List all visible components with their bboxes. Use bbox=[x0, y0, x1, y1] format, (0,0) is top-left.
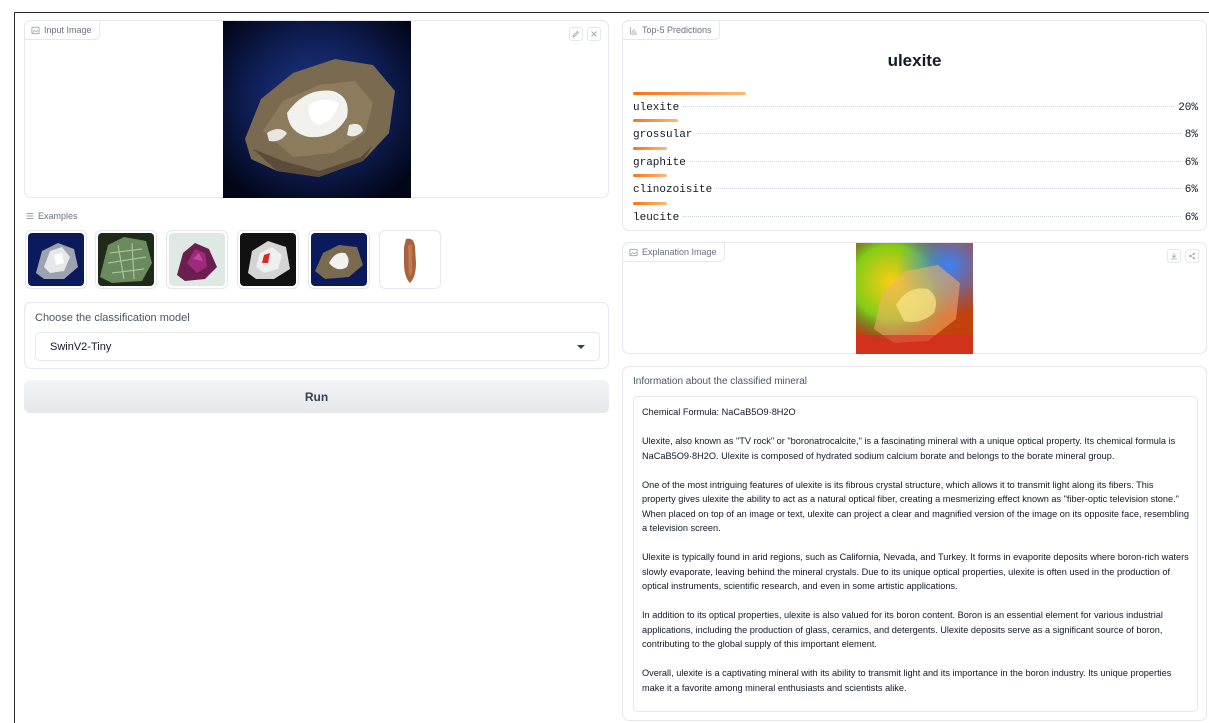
share-icon bbox=[1189, 252, 1195, 260]
predictions-tag: Top-5 Predictions bbox=[622, 20, 720, 40]
prediction-pct: 6% bbox=[1184, 212, 1198, 224]
image-icon bbox=[31, 26, 40, 34]
model-label: Choose the classification model bbox=[35, 312, 190, 324]
edit-button[interactable] bbox=[569, 27, 583, 41]
prediction-name: leucite bbox=[633, 212, 680, 224]
run-button[interactable]: Run bbox=[24, 380, 609, 413]
input-image bbox=[223, 21, 411, 198]
prediction-bar bbox=[633, 202, 667, 205]
download-icon bbox=[1171, 253, 1177, 260]
prediction-name: ulexite bbox=[633, 102, 680, 114]
model-dropdown[interactable]: SwinV2-Tiny bbox=[35, 332, 600, 361]
example-thumb-5[interactable] bbox=[308, 230, 370, 289]
image-icon bbox=[629, 248, 638, 256]
prediction-bar bbox=[633, 92, 746, 95]
info-paragraph: Ulexite, also known as "TV rock" or "bor… bbox=[642, 436, 1176, 461]
prediction-bar bbox=[633, 147, 667, 150]
close-icon bbox=[591, 31, 597, 37]
explanation-tag: Explanation Image bbox=[622, 242, 725, 262]
share-button[interactable] bbox=[1185, 249, 1199, 263]
prediction-row: graphite 6% bbox=[633, 147, 1198, 173]
prediction-row: ulexite 20% bbox=[633, 92, 1198, 118]
prediction-pct: 6% bbox=[1184, 184, 1198, 196]
chevron-down-icon bbox=[577, 344, 585, 349]
example-thumb-3[interactable] bbox=[166, 230, 228, 289]
predictions-panel: Top-5 Predictions ulexite ulexite 20% gro… bbox=[622, 20, 1207, 231]
list-icon bbox=[26, 213, 34, 219]
input-image-panel[interactable]: Input Image bbox=[24, 20, 609, 198]
prediction-row: leucite 6% bbox=[633, 202, 1198, 228]
prediction-bar bbox=[633, 119, 678, 122]
info-paragraph: Overall, ulexite is a captivating minera… bbox=[642, 668, 1172, 693]
info-label: Information about the classified mineral bbox=[633, 376, 807, 387]
example-thumb-2[interactable] bbox=[95, 230, 157, 289]
info-paragraph: In addition to its optical properties, u… bbox=[642, 610, 1163, 649]
examples-header: Examples bbox=[26, 211, 78, 221]
example-thumb-4[interactable] bbox=[237, 230, 299, 289]
clear-button[interactable] bbox=[587, 27, 601, 41]
input-image-tag: Input Image bbox=[24, 20, 100, 40]
download-button[interactable] bbox=[1167, 249, 1181, 263]
left-border bbox=[14, 12, 15, 723]
examples-label: Examples bbox=[38, 211, 78, 221]
prediction-pct: 20% bbox=[1178, 102, 1198, 114]
explanation-panel: Explanation Image bbox=[622, 242, 1207, 354]
info-formula: Chemical Formula: NaCaB5O9·8H2O bbox=[642, 407, 796, 417]
info-paragraph: Ulexite is typically found in arid regio… bbox=[642, 552, 1189, 591]
explanation-label: Explanation Image bbox=[642, 247, 717, 257]
prediction-row: grossular 8% bbox=[633, 119, 1198, 145]
bar-chart-icon bbox=[629, 26, 638, 35]
example-thumb-6[interactable] bbox=[379, 230, 441, 289]
pencil-icon bbox=[572, 30, 580, 38]
model-panel: Choose the classification model SwinV2-T… bbox=[24, 302, 609, 369]
prediction-name: graphite bbox=[633, 157, 686, 169]
explanation-image bbox=[856, 243, 973, 354]
prediction-name: clinozoisite bbox=[633, 184, 713, 196]
top-border bbox=[14, 12, 1209, 13]
model-selected: SwinV2-Tiny bbox=[50, 340, 112, 353]
top-prediction: ulexite bbox=[887, 51, 942, 70]
info-paragraph: One of the most intriguing features of u… bbox=[642, 479, 1189, 534]
input-image-label: Input Image bbox=[44, 25, 92, 35]
info-textbox[interactable]: Chemical Formula: NaCaB5O9·8H2O Ulexite,… bbox=[633, 396, 1198, 712]
info-panel: Information about the classified mineral… bbox=[622, 366, 1207, 721]
prediction-bar bbox=[633, 174, 667, 177]
predictions-label: Top-5 Predictions bbox=[642, 25, 712, 35]
example-thumb-1[interactable] bbox=[25, 230, 87, 289]
prediction-pct: 8% bbox=[1184, 129, 1198, 141]
prediction-pct: 6% bbox=[1184, 157, 1198, 169]
prediction-name: grossular bbox=[633, 129, 693, 141]
prediction-row: clinozoisite 6% bbox=[633, 174, 1198, 200]
